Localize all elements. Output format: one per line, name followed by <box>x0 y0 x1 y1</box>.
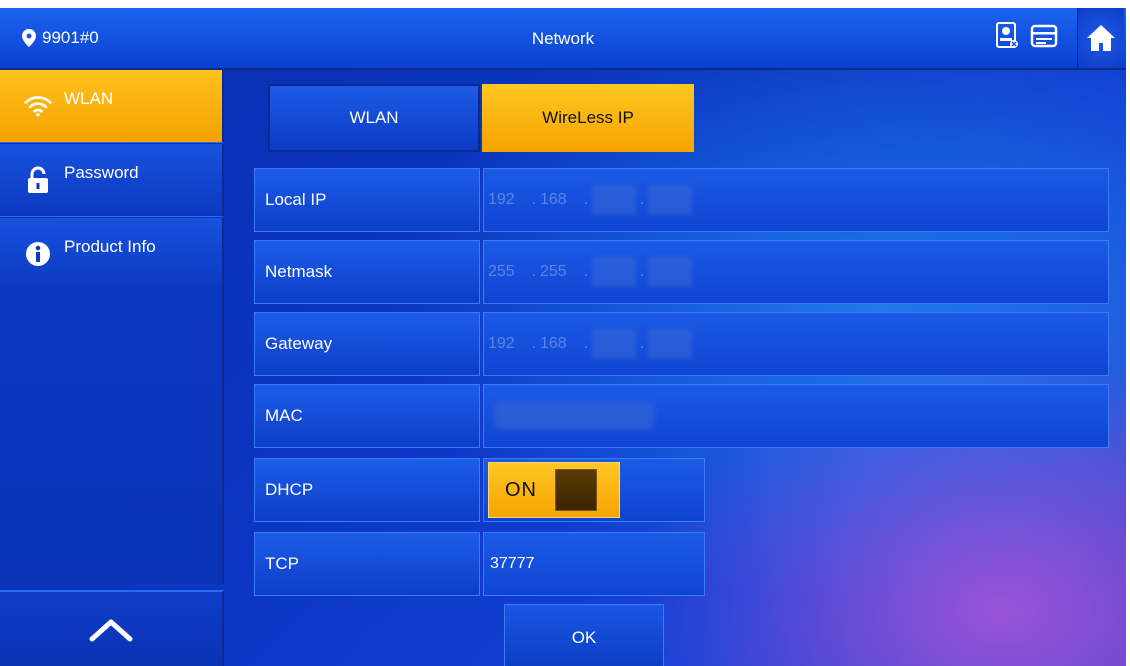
sidebar-spacer <box>0 290 224 584</box>
sidebar-item-label: Product Info <box>64 237 156 256</box>
ip-segment: 255 <box>540 263 567 280</box>
gateway-label: Gateway <box>254 312 480 376</box>
mac-field <box>483 384 1109 448</box>
dhcp-label: DHCP <box>254 458 480 522</box>
ip-segment: 192 <box>488 191 515 208</box>
gateway-field[interactable]: 192 . 168 . . <box>483 312 1109 376</box>
header-bar: 9901#0 Network <box>0 8 1126 70</box>
sidebar-item-product-info[interactable]: Product Info <box>0 218 224 291</box>
ip-segment: 168 <box>540 191 567 208</box>
redacted-segment <box>648 329 692 359</box>
sidebar: WLAN Password Product Info <box>0 70 224 666</box>
netmask-label: Netmask <box>254 240 480 304</box>
home-button[interactable] <box>1077 8 1124 68</box>
chevron-up-icon <box>89 619 133 642</box>
network-screen: 9901#0 Network WLAN Password Product Inf… <box>0 8 1126 666</box>
redacted-segment <box>648 257 692 287</box>
page-title: Network <box>531 29 595 48</box>
info-icon <box>24 240 52 268</box>
sidebar-item-label: Password <box>64 163 139 182</box>
redacted-segment <box>648 185 692 215</box>
sidebar-item-label: WLAN <box>64 89 114 108</box>
contact-card-icon[interactable] <box>995 22 1019 50</box>
redacted-segment <box>592 185 636 215</box>
toggle-state: ON <box>505 478 537 501</box>
ip-segment: 168 <box>540 335 567 352</box>
local-ip-field[interactable]: 192 . 168 . . <box>483 168 1109 232</box>
tcp-field[interactable]: 37777 <box>483 532 705 596</box>
redacted-mac <box>494 402 654 430</box>
local-ip-label: Local IP <box>254 168 480 232</box>
home-icon <box>1087 25 1115 51</box>
toggle-knob <box>555 469 597 511</box>
redacted-segment <box>592 257 636 287</box>
ok-button[interactable]: OK <box>504 604 664 666</box>
dhcp-cell: ON <box>483 458 705 522</box>
message-icon[interactable] <box>1030 24 1058 50</box>
mac-label: MAC <box>254 384 480 448</box>
tab-wireless-ip[interactable]: WireLess IP <box>482 84 694 152</box>
tcp-label: TCP <box>254 532 480 596</box>
wifi-icon <box>24 92 52 120</box>
scroll-up-button[interactable] <box>0 590 224 666</box>
tab-wlan[interactable]: WLAN <box>268 84 480 152</box>
lock-icon <box>24 166 52 194</box>
redacted-segment <box>592 329 636 359</box>
sidebar-item-wlan[interactable]: WLAN <box>0 70 224 143</box>
sidebar-item-password[interactable]: Password <box>0 144 224 217</box>
netmask-field[interactable]: 255 . 255 . . <box>483 240 1109 304</box>
ip-segment: 255 <box>488 263 515 280</box>
ip-segment: 192 <box>488 335 515 352</box>
dhcp-toggle[interactable]: ON <box>488 462 620 518</box>
tcp-value: 37777 <box>490 555 535 572</box>
